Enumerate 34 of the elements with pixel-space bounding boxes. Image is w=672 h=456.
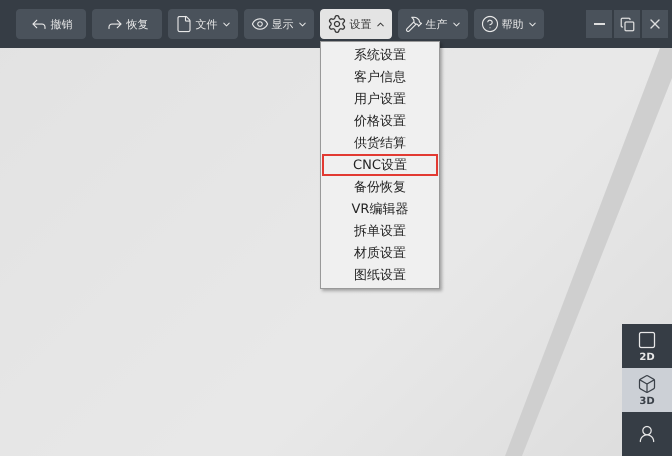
eye-icon	[250, 15, 268, 33]
menu-item[interactable]: 用户设置	[322, 88, 438, 110]
person-icon	[637, 424, 657, 444]
help-icon	[480, 15, 498, 33]
hammer-icon	[404, 15, 422, 33]
menu-item[interactable]: 系统设置	[322, 44, 438, 66]
toolbar-button[interactable]: 设置	[320, 9, 392, 39]
minimize-button[interactable]	[586, 10, 612, 38]
toolbar-button[interactable]: 显示	[244, 9, 314, 39]
menu-item[interactable]: VR编辑器	[322, 198, 438, 220]
cube-icon	[637, 374, 657, 394]
view-button[interactable]	[622, 412, 672, 456]
settings-icon	[326, 14, 346, 34]
toolbar-button[interactable]: 生产	[398, 9, 468, 39]
toolbar-button[interactable]: 恢复	[92, 9, 162, 39]
menu-item[interactable]: 材质设置	[322, 242, 438, 264]
rectangle-icon	[637, 330, 657, 350]
close-button[interactable]	[642, 10, 668, 38]
menu-item[interactable]: CNC设置	[322, 154, 438, 176]
menu-item[interactable]: 供货结算	[322, 132, 438, 154]
menu-item[interactable]: 价格设置	[322, 110, 438, 132]
restore-icon	[620, 16, 634, 32]
toolbar-button[interactable]: 文件	[168, 9, 238, 39]
menu-item[interactable]: 拆单设置	[322, 220, 438, 242]
minimize-icon	[594, 23, 604, 25]
menu-item[interactable]: 备份恢复	[322, 176, 438, 198]
toolbar-button[interactable]: 帮助	[474, 9, 544, 39]
file-icon	[174, 15, 192, 33]
menu-item[interactable]: 图纸设置	[322, 264, 438, 286]
menu-item[interactable]: 客户信息	[322, 66, 438, 88]
view-button[interactable]: 3D	[622, 368, 672, 412]
restore-button[interactable]	[614, 10, 640, 38]
view-button[interactable]: 2D	[622, 324, 672, 368]
toolbar-button[interactable]: 撤销	[16, 9, 86, 39]
